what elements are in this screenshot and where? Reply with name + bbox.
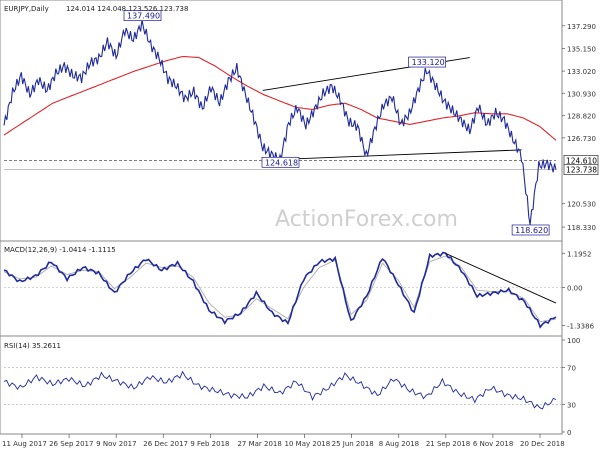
- x-tick: 26 Dec 2017: [143, 440, 188, 448]
- x-tick: 9 Feb 2018: [190, 440, 229, 448]
- x-tick: 6 Nov 2018: [473, 440, 513, 448]
- rsi-header: RSI(14) 35.2611: [4, 342, 61, 350]
- price-y-tick: 130.930: [567, 90, 596, 98]
- macd-y-tick: 1.1952: [567, 250, 592, 258]
- price-header-symbol: EURJPY,Daily: [4, 5, 49, 13]
- x-tick: 11 Aug 2017: [2, 440, 47, 448]
- x-tick: 21 Sep 2018: [426, 440, 470, 448]
- price-y-tick: 137.290: [567, 23, 596, 31]
- x-tick: 26 Sep 2017: [49, 440, 93, 448]
- price-y-tick: 123.738: [566, 166, 597, 175]
- x-tick: 9 Nov 2017: [96, 440, 136, 448]
- price-panel: [0, 0, 563, 242]
- price-y-tick: 126.730: [567, 135, 596, 143]
- annotation-label: 124.618: [265, 158, 298, 167]
- price-y-tick: 128.820: [567, 113, 596, 121]
- price-y-tick: 120.530: [567, 201, 596, 209]
- rsi-y-tick: 100: [567, 337, 580, 345]
- x-tick: 8 Aug 2018: [379, 440, 419, 448]
- x-tick: 10 May 2018: [285, 440, 331, 448]
- macd-panel: [0, 240, 563, 337]
- macd-y-tick: 0.00: [567, 284, 583, 292]
- watermark: ActionForex.com: [275, 207, 458, 232]
- x-tick: 25 Jun 2018: [332, 440, 374, 448]
- macd-y-tick: -1.3386: [567, 323, 595, 331]
- chart-window: EURJPY,Daily 124.014 124.048 123.526 123…: [0, 0, 599, 448]
- rsi-y-tick: 30: [567, 401, 576, 409]
- annotation-label: 133.120: [412, 58, 445, 67]
- rsi-y-tick: 0: [567, 429, 571, 437]
- x-tick: 20 Dec 2018: [520, 440, 565, 448]
- x-tick: 27 Mar 2018: [237, 440, 281, 448]
- price-y-tick: 118.330: [567, 224, 596, 232]
- annotation-label: 118.620: [515, 226, 548, 235]
- rsi-panel: [0, 335, 563, 435]
- rsi-y-tick: 70: [567, 365, 576, 373]
- annotation-label: 137.490: [127, 12, 160, 21]
- macd-header: MACD(12,26,9) -1.0414 -1.1115: [4, 246, 116, 254]
- price-y-tick: 124.610: [566, 156, 597, 165]
- price-y-tick: 135.150: [567, 46, 596, 54]
- price-y-tick: 133.020: [567, 68, 596, 76]
